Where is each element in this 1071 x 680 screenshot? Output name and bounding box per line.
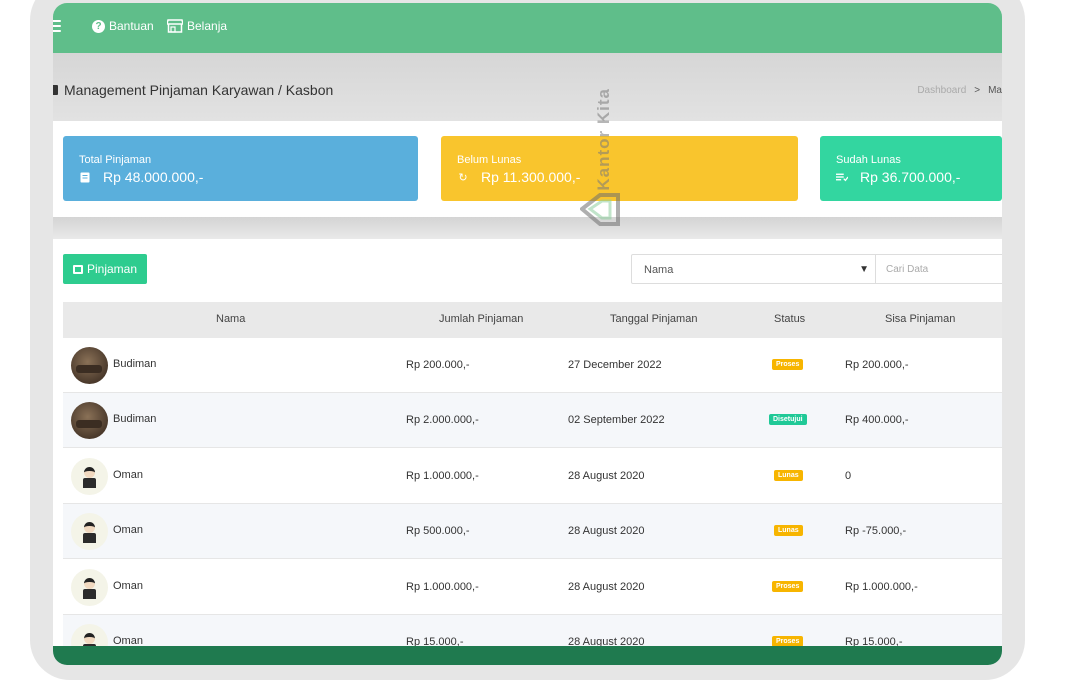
cell-amount: Rp 1.000.000,- bbox=[406, 581, 479, 593]
watermark-text: Kantor Kita bbox=[594, 88, 613, 191]
avatar bbox=[71, 458, 108, 495]
avatar bbox=[71, 402, 108, 439]
avatar bbox=[71, 347, 108, 384]
breadcrumb-separator: > bbox=[974, 85, 981, 96]
money-icon bbox=[836, 172, 848, 183]
filter-field-select[interactable]: Nama ▼ bbox=[631, 254, 876, 284]
refresh-icon: ↻ bbox=[458, 171, 468, 184]
cell-amount: Rp 500.000,- bbox=[406, 525, 470, 537]
store-icon bbox=[167, 19, 183, 33]
search-placeholder: Cari Data bbox=[886, 264, 929, 275]
card-label: Belum Lunas bbox=[457, 154, 522, 166]
breadcrumb-current: Ma bbox=[988, 85, 1002, 96]
cell-remaining: Rp 400.000,- bbox=[845, 414, 909, 426]
card-paid: Sudah Lunas Rp 36.700.000,- bbox=[820, 136, 1002, 201]
cell-date: 28 August 2020 bbox=[568, 470, 645, 482]
status-badge: Disetujui bbox=[769, 414, 807, 425]
cell-amount: Rp 1.000.000,- bbox=[406, 470, 479, 482]
cell-date: 27 December 2022 bbox=[568, 359, 662, 371]
shop-label: Belanja bbox=[187, 19, 228, 33]
cell-remaining: Rp 1.000.000,- bbox=[845, 581, 918, 593]
add-loan-button[interactable]: Pinjaman bbox=[63, 254, 147, 284]
cell-date: 28 August 2020 bbox=[568, 525, 645, 537]
app-screen: ? Bantuan Belanja Management Pinjaman Ka… bbox=[53, 3, 1002, 665]
avatar bbox=[71, 513, 108, 550]
table-row[interactable]: Oman Rp 1.000.000,- 28 August 2020 0 Lunas bbox=[63, 449, 1002, 504]
card-total-loans: Total Pinjaman Rp 48.000.000,- bbox=[63, 136, 418, 201]
card-label: Total Pinjaman bbox=[79, 154, 152, 166]
table-row[interactable]: Oman Rp 500.000,- 28 August 2020 Rp -75.000… bbox=[63, 504, 1002, 559]
cell-name: Budiman bbox=[113, 358, 157, 370]
filter-select-value: Nama bbox=[644, 264, 674, 276]
status-badge: Proses bbox=[772, 581, 804, 592]
header-date[interactable]: Tanggal Pinjaman bbox=[610, 313, 697, 325]
table-row[interactable]: Oman Rp 1.000.000,- 28 August 2020 Rp 1.000… bbox=[63, 560, 1002, 615]
table-row[interactable]: Budiman Rp 2.000.000,- 02 September 2022 Rp… bbox=[63, 393, 1002, 448]
help-icon: ? bbox=[92, 19, 105, 33]
card-label: Sudah Lunas bbox=[836, 154, 901, 166]
cell-remaining: Rp -75.000,- bbox=[845, 525, 907, 537]
cell-remaining: 0 bbox=[845, 470, 852, 482]
add-icon bbox=[72, 264, 83, 274]
header-amount[interactable]: Jumlah Pinjaman bbox=[439, 313, 523, 325]
ledger-icon bbox=[53, 85, 58, 95]
section-divider bbox=[53, 217, 1002, 239]
document-icon bbox=[79, 172, 91, 183]
top-navbar: ? Bantuan Belanja bbox=[53, 3, 1002, 53]
cell-name: Oman bbox=[113, 524, 143, 536]
card-value: Rp 11.300.000,- bbox=[481, 169, 581, 185]
status-badge: Proses bbox=[772, 359, 804, 370]
cell-name: Oman bbox=[113, 469, 143, 481]
cell-date: 02 September 2022 bbox=[568, 414, 665, 426]
breadcrumb: Dashboard > Ma bbox=[917, 85, 1002, 96]
loan-table-panel: Pinjaman Nama ▼ Cari Data Nama Jumlah Pi… bbox=[53, 239, 1002, 665]
header-remaining[interactable]: Sisa Pinjaman bbox=[885, 313, 955, 325]
header-name[interactable]: Nama bbox=[216, 313, 245, 325]
status-badge: Lunas bbox=[774, 470, 803, 481]
menu-icon[interactable] bbox=[53, 20, 61, 32]
watermark: Kantor Kita bbox=[580, 88, 624, 228]
page-title: Management Pinjaman Karyawan / Kasbon bbox=[53, 82, 333, 98]
status-badge: Lunas bbox=[774, 525, 803, 536]
search-input[interactable]: Cari Data bbox=[876, 254, 1002, 284]
page-title-text: Management Pinjaman Karyawan / Kasbon bbox=[64, 82, 334, 98]
table-row[interactable]: Budiman Rp 200.000,- 27 December 2022 Rp 20… bbox=[63, 338, 1002, 393]
add-loan-label: Pinjaman bbox=[86, 262, 138, 276]
cell-name: Oman bbox=[113, 580, 143, 592]
card-value: Rp 36.700.000,- bbox=[860, 169, 961, 185]
cell-remaining: Rp 200.000,- bbox=[845, 359, 909, 371]
cell-amount: Rp 200.000,- bbox=[406, 359, 470, 371]
chevron-down-icon: ▼ bbox=[859, 264, 869, 275]
header-status[interactable]: Status bbox=[774, 313, 805, 325]
shop-link[interactable]: Belanja bbox=[167, 19, 227, 33]
help-link[interactable]: ? Bantuan bbox=[92, 19, 154, 33]
table-header: Nama Jumlah Pinjaman Tanggal Pinjaman St… bbox=[63, 302, 1002, 338]
footer-bar bbox=[53, 646, 1002, 665]
card-value: Rp 48.000.000,- bbox=[103, 169, 204, 185]
breadcrumb-home[interactable]: Dashboard bbox=[917, 85, 966, 96]
cell-amount: Rp 2.000.000,- bbox=[406, 414, 479, 426]
help-label: Bantuan bbox=[109, 19, 154, 33]
watermark-logo-icon bbox=[580, 193, 620, 226]
avatar bbox=[71, 569, 108, 606]
cell-name: Budiman bbox=[113, 413, 157, 425]
cell-date: 28 August 2020 bbox=[568, 581, 645, 593]
